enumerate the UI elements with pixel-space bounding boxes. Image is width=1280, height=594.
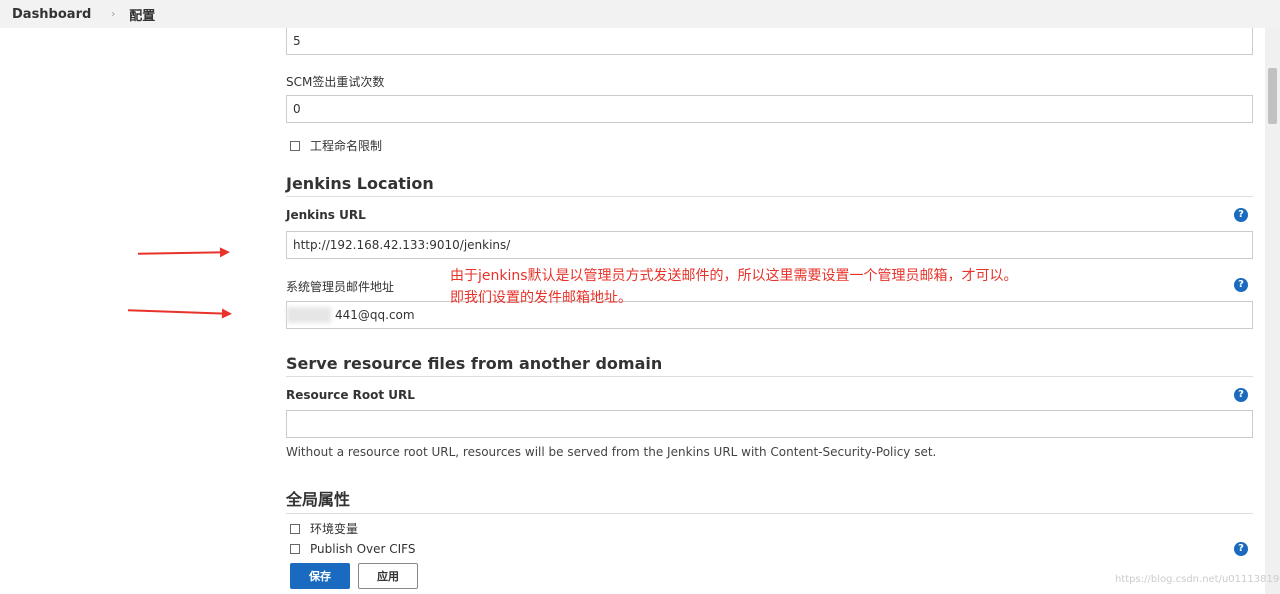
resource-root-input[interactable]: [286, 410, 1253, 438]
publish-cifs-checkbox[interactable]: [290, 544, 300, 554]
annotation-line-1: 由于jenkins默认是以管理员方式发送邮件的，所以这里需要设置一个管理员邮箱，…: [450, 268, 1018, 284]
annotation-note: 由于jenkins默认是以管理员方式发送邮件的，所以这里需要设置一个管理员邮箱，…: [450, 265, 1018, 309]
scrollbar[interactable]: [1265, 28, 1280, 594]
help-icon[interactable]: ?: [1234, 278, 1248, 292]
scm-retry-label: SCM签出重试次数: [286, 75, 385, 89]
publish-cifs-label: Publish Over CIFS: [310, 542, 416, 556]
watermark: https://blog.csdn.net/u011138190: [1115, 574, 1280, 585]
jenkins-url-input[interactable]: http://192.168.42.133:9010/jenkins/: [286, 231, 1253, 259]
top-number-input[interactable]: 5: [286, 28, 1253, 55]
annotation-line-2: 即我们设置的发件邮箱地址。: [450, 290, 632, 306]
section-global-properties: 全局属性: [286, 486, 1253, 514]
save-button[interactable]: 保存: [290, 563, 350, 589]
admin-email-value: 441@qq.com: [335, 308, 415, 322]
env-vars-row: 环境变量: [290, 520, 358, 537]
apply-button[interactable]: 应用: [358, 563, 418, 589]
help-icon[interactable]: ?: [1234, 388, 1248, 402]
breadcrumb-current: 配置: [129, 8, 156, 24]
publish-cifs-row: Publish Over CIFS: [290, 542, 416, 556]
jenkins-url-label: Jenkins URL: [286, 208, 366, 222]
scrollbar-thumb[interactable]: [1268, 68, 1277, 124]
project-naming-label: 工程命名限制: [310, 139, 383, 153]
resource-root-description: Without a resource root URL, resources w…: [286, 445, 937, 459]
redacted-area: [287, 303, 335, 327]
env-vars-label: 环境变量: [310, 522, 359, 536]
section-jenkins-location: Jenkins Location: [286, 174, 1253, 197]
project-naming-checkbox[interactable]: [290, 140, 300, 151]
resource-root-label: Resource Root URL: [286, 388, 415, 402]
section-resource-domain: Serve resource files from another domain: [286, 354, 1253, 377]
admin-email-label: 系统管理员邮件地址: [286, 280, 395, 294]
help-icon[interactable]: ?: [1234, 542, 1248, 556]
env-vars-checkbox[interactable]: [290, 523, 300, 534]
chevron-right-icon: ›: [111, 8, 116, 20]
scm-retry-input[interactable]: 0: [286, 95, 1253, 123]
help-icon[interactable]: ?: [1234, 208, 1248, 222]
project-naming-row: 工程命名限制: [290, 137, 382, 154]
breadcrumb-dashboard[interactable]: Dashboard: [12, 7, 91, 22]
breadcrumb: Dashboard › 配置: [0, 0, 1280, 28]
config-form: 5 SCM签出重试次数 0 工程命名限制 Jenkins Location Je…: [272, 28, 1265, 594]
